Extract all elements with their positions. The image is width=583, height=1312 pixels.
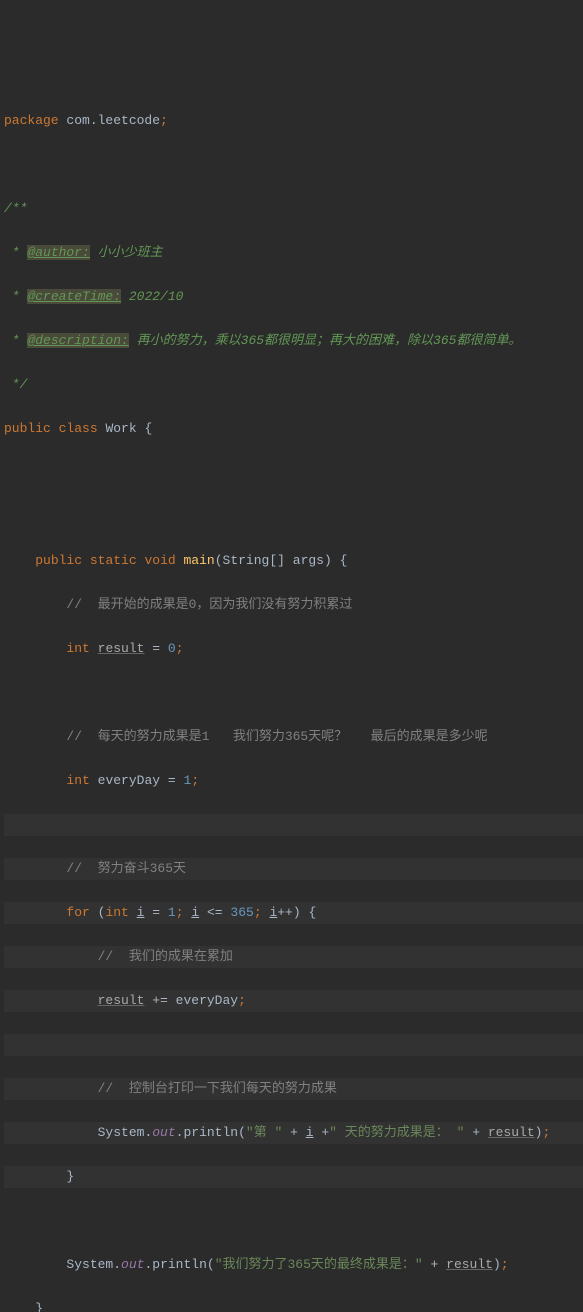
comment-line: // 我们的成果在累加 [4,946,583,968]
blank-line [4,1034,583,1056]
code-line: package com.leetcode; [4,110,583,132]
doc-comment-open: /** [4,198,583,220]
doc-comment-close: */ [4,374,583,396]
system-class: System [98,1125,145,1140]
blank-line [4,462,583,484]
method-main: main [184,553,215,568]
var-decl-line: int everyDay = 1; [4,770,583,792]
blank-line [4,506,583,528]
keyword-class: class [59,421,98,436]
blank-line [4,682,583,704]
description-value: 再小的努力，乘以365都很明显；再大的困难，除以365都很简单。 [129,333,522,348]
doc-createtime-line: * @createTime: 2022/10 [4,286,583,308]
class-decl-line: public class Work { [4,418,583,440]
keyword-package: package [4,113,59,128]
blank-line-highlighted [4,814,583,836]
keyword-for: for [66,905,89,920]
string-literal: "第 " [246,1125,282,1140]
comment-line: // 最开始的成果是0，因为我们没有努力积累过 [4,594,583,616]
close-brace-line: } [4,1166,583,1188]
out-field: out [152,1125,175,1140]
description-tag: @description: [27,333,128,348]
param-args: args [293,553,324,568]
main-method-line: public static void main(String[] args) { [4,550,583,572]
println-line: System.out.println("我们努力了365天的最终成果是：" + … [4,1254,583,1276]
class-identifier: Work [105,421,136,436]
createtime-value: 2022/10 [121,289,183,304]
type-string: String [223,553,270,568]
author-tag: @author: [27,245,89,260]
package-path: com.leetcode [66,113,160,128]
comment-line: // 控制台打印一下我们每天的努力成果 [4,1078,583,1100]
comment-line: // 努力奋斗365天 [4,858,583,880]
blank-line [4,154,583,176]
var-everyday: everyDay [98,773,160,788]
doc-description-line: * @description: 再小的努力，乘以365都很明显；再大的困难，除以… [4,330,583,352]
semicolon: ; [160,113,168,128]
keyword-public: public [4,421,51,436]
for-loop-line: for (int i = 1; i <= 365; i++) { [4,902,583,924]
number-literal: 1 [184,773,192,788]
number-literal: 365 [230,905,253,920]
blank-line [4,1210,583,1232]
var-i: i [137,905,145,920]
var-decl-line: int result = 0; [4,638,583,660]
number-literal: 0 [168,641,176,656]
code-editor[interactable]: package com.leetcode; /** * @author: 小小少… [0,88,583,1312]
println-line: System.out.println("第 " + i +" 天的努力成果是： … [4,1122,583,1144]
string-literal: " 天的努力成果是： " [329,1125,464,1140]
comment-line: // 每天的努力成果是1 我们努力365天呢？ 最后的成果是多少呢 [4,726,583,748]
assignment-line: result += everyDay; [4,990,583,1012]
createtime-tag: @createTime: [27,289,121,304]
var-result: result [98,641,145,656]
close-brace-line: } [4,1298,583,1312]
doc-author-line: * @author: 小小少班主 [4,242,583,264]
string-literal: "我们努力了365天的最终成果是：" [215,1257,423,1272]
println-method: println [183,1125,238,1140]
author-value: 小小少班主 [90,245,163,260]
